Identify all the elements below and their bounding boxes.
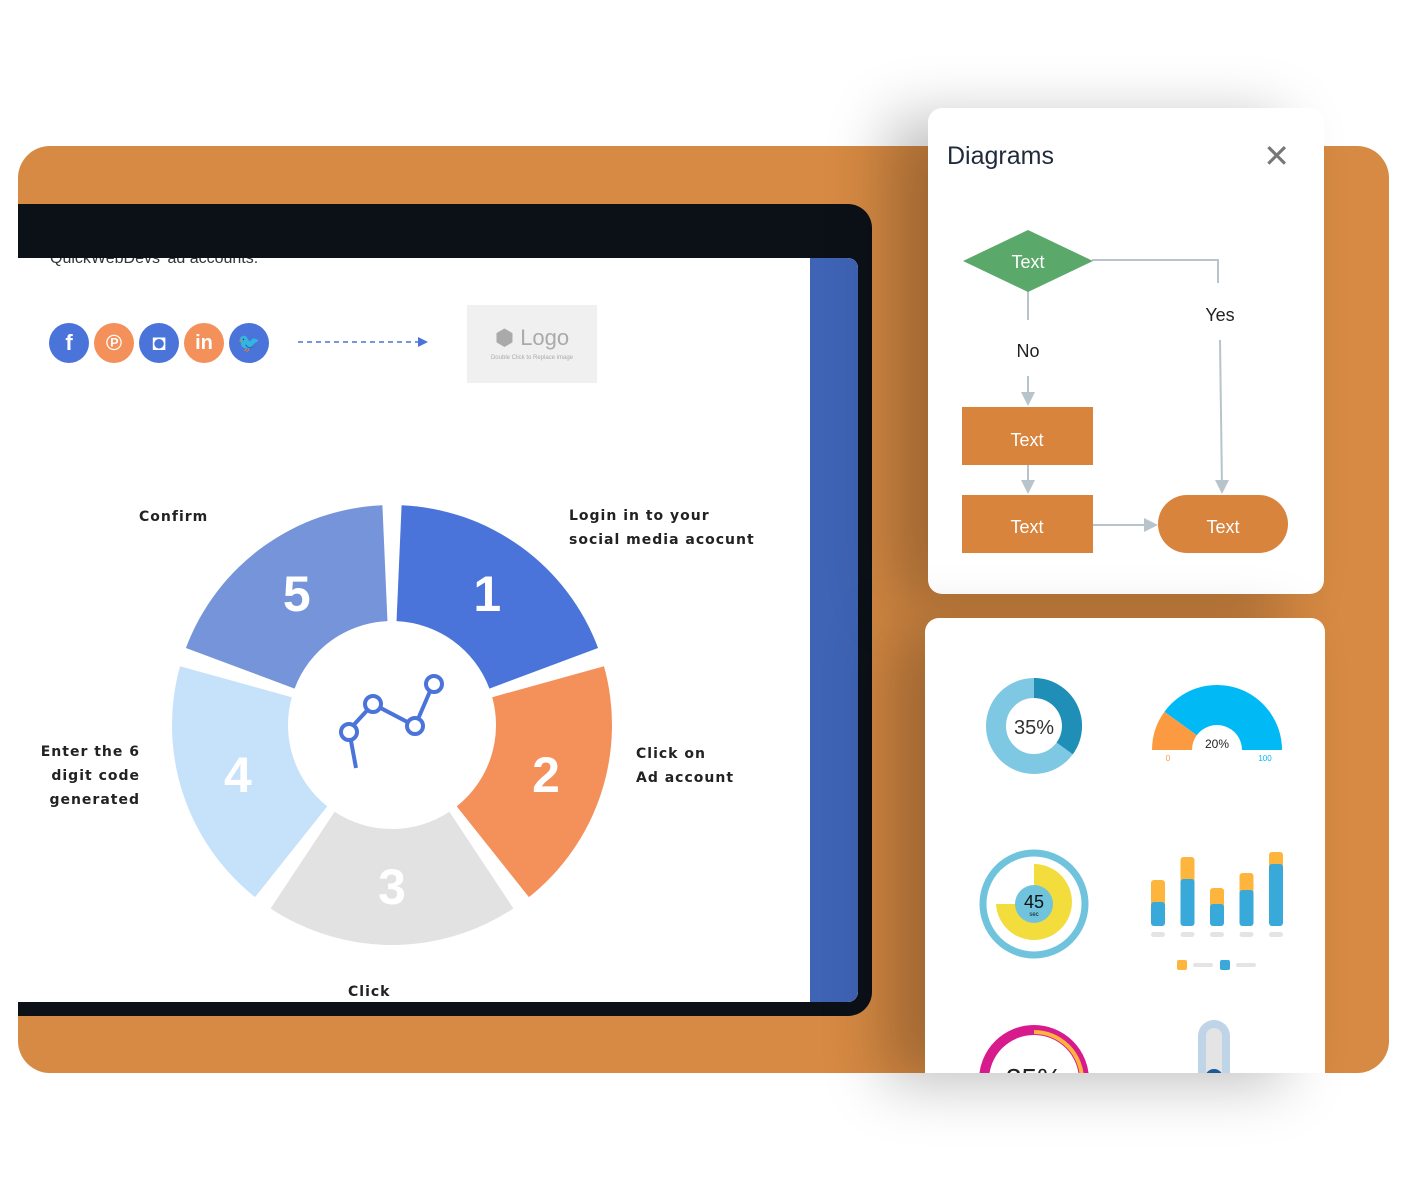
donut-label: 35%	[1014, 717, 1054, 739]
box1-text: Text	[1010, 430, 1043, 450]
wheel-number-4: 4	[224, 747, 252, 803]
box2-text: Text	[1010, 517, 1043, 537]
process-wheel: 1 2 3 4 5	[172, 505, 612, 946]
thermometer-tube	[1206, 1028, 1222, 1073]
ring-label: 35%	[1006, 1063, 1062, 1073]
label-step-2: Click on Ad account	[636, 746, 735, 786]
bar-label-placeholder	[1151, 932, 1165, 937]
label-step-5: Confirm	[139, 509, 209, 525]
timer-unit: sec	[1029, 912, 1038, 918]
bar-blue	[1269, 864, 1283, 926]
label-step-4: Enter the 6 digit code generated	[40, 744, 140, 808]
timer-value: 45	[1024, 892, 1044, 912]
label-step-1: Login in to your social media acocunt	[569, 508, 755, 548]
bar-blue	[1151, 902, 1165, 926]
terminal-text: Text	[1206, 517, 1239, 537]
gauge-label: 20%	[1205, 737, 1229, 751]
label-step-3: Click	[348, 984, 391, 1000]
bar-blue	[1239, 890, 1254, 926]
diagrams-panel: Diagrams ✕ Text No Yes Text Text Text	[928, 108, 1324, 594]
legend-swatch-blue	[1220, 960, 1230, 970]
bar-label-placeholder	[1180, 932, 1195, 937]
bar-label-placeholder	[1239, 932, 1254, 937]
wheel-number-1: 1	[473, 566, 501, 622]
wheel-number-2: 2	[532, 747, 560, 803]
decision-text: Text	[1011, 252, 1044, 272]
no-label: No	[1016, 341, 1039, 361]
charts-panel: 35% 20% 0 100 45 sec 35%	[925, 618, 1325, 1073]
bar-label-placeholder	[1269, 932, 1283, 937]
device-screen: QuickWebDevs' ad accounts. f ℗ ◘ in 🐦 ⬢ …	[18, 258, 858, 1002]
bar-label-placeholder	[1210, 932, 1224, 937]
gauge-min: 0	[1166, 754, 1171, 763]
yes-label: Yes	[1205, 305, 1234, 325]
bar-blue	[1180, 879, 1195, 926]
flowchart: Text No Yes Text Text Text	[962, 230, 1288, 553]
legend-text-placeholder	[1193, 963, 1213, 967]
wheel-number-5: 5	[283, 566, 311, 622]
bar-blue	[1210, 904, 1224, 926]
growth-chart-icon	[339, 674, 444, 769]
legend-swatch-orange	[1177, 960, 1187, 970]
gauge-max: 100	[1258, 754, 1272, 763]
legend-text-placeholder	[1236, 963, 1256, 967]
wheel-number-3: 3	[378, 859, 406, 915]
chart-widgets: 35% 20% 0 100 45 sec 35%	[979, 678, 1283, 1073]
